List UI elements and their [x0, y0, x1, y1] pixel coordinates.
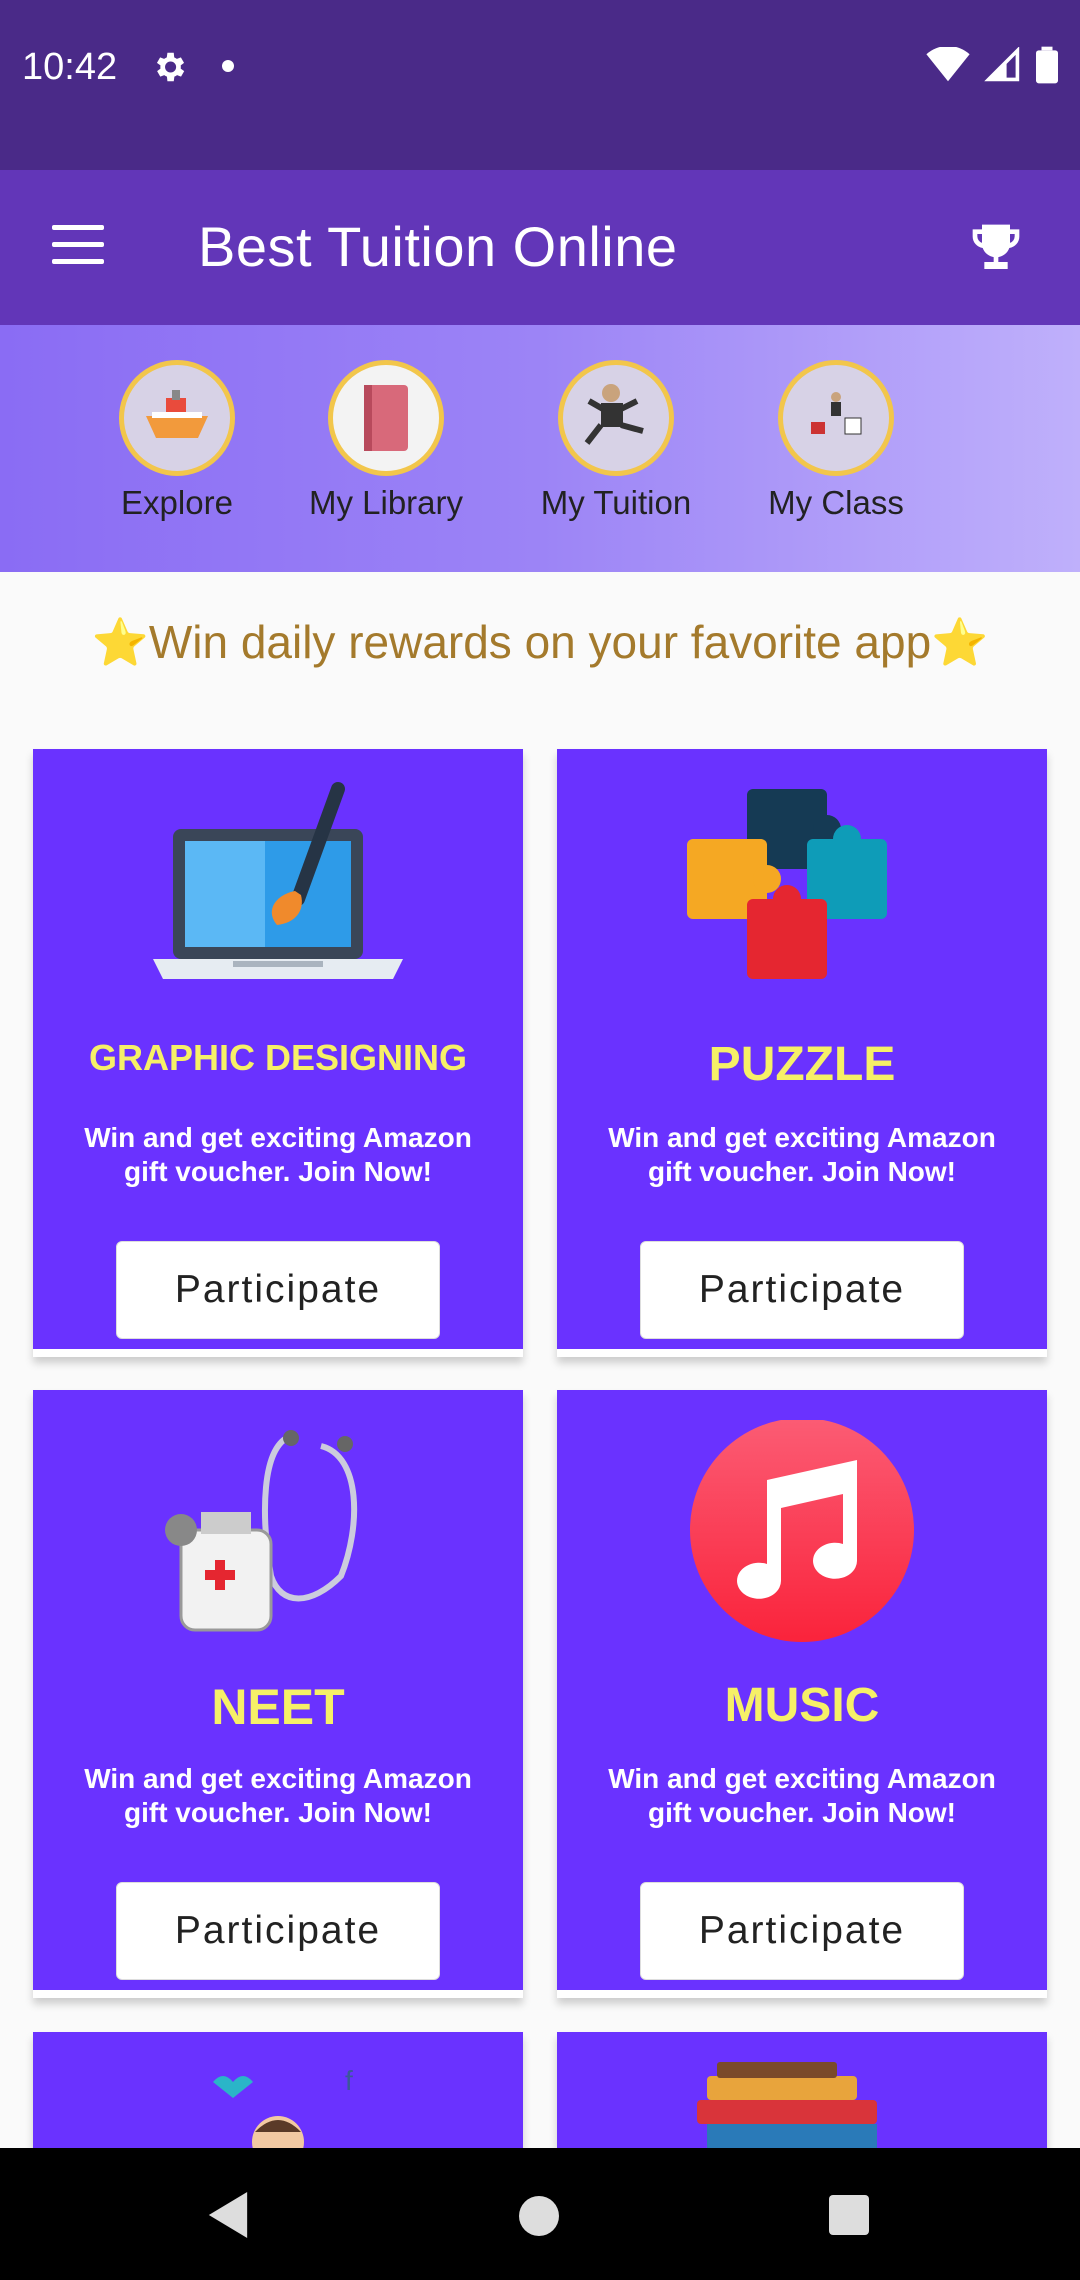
card-title: GRAPHIC DESIGNING	[88, 1037, 468, 1078]
system-nav-bar	[0, 2148, 1080, 2280]
card-description: Win and get exciting Amazon gift voucher…	[84, 1763, 472, 1828]
contest-card[interactable]: NEET Win and get exciting Amazon gift vo…	[33, 1390, 523, 1998]
nav-label: My Class	[768, 484, 904, 521]
participate-button[interactable]: Participate	[640, 1241, 964, 1339]
puzzle-icon	[687, 789, 887, 979]
card-title: MUSIC	[724, 1679, 880, 1732]
card-description: Win and get exciting Amazon gift voucher…	[608, 1122, 996, 1187]
recents-icon[interactable]	[829, 2195, 869, 2235]
status-bar: 10:42	[0, 0, 1080, 170]
svg-text:f: f	[345, 2065, 353, 2096]
contest-card-partial[interactable]	[557, 2032, 1047, 2148]
person-icon	[558, 360, 674, 476]
back-icon[interactable]	[208, 2192, 248, 2238]
wifi-icon	[926, 47, 970, 82]
quick-nav: Explore My Library My Tuition My Class	[0, 325, 1080, 572]
settings-gear-icon	[156, 52, 185, 82]
card-title: NEET	[211, 1679, 345, 1735]
nav-label: Explore	[121, 484, 233, 521]
trophy-icon[interactable]	[968, 220, 1024, 276]
participate-button[interactable]: Participate	[640, 1882, 964, 1980]
card-description: Win and get exciting Amazon gift voucher…	[608, 1763, 996, 1828]
home-icon[interactable]	[519, 2196, 559, 2236]
card-title: PUZZLE	[708, 1038, 896, 1091]
nav-item-my-tuition[interactable]: My Tuition	[536, 360, 696, 522]
card-description: Win and get exciting Amazon gift voucher…	[84, 1122, 472, 1187]
app-bar: Best Tuition Online	[0, 170, 1080, 325]
class-icon	[778, 360, 894, 476]
contest-card[interactable]: GRAPHIC DESIGNING Win and get exciting A…	[33, 749, 523, 1357]
cell-signal-icon	[984, 47, 1020, 82]
contest-card[interactable]: PUZZLE Win and get exciting Amazon gift …	[557, 749, 1047, 1357]
contest-card-partial[interactable]: f	[33, 2032, 523, 2148]
participate-button[interactable]: Participate	[116, 1882, 440, 1980]
music-note-icon	[690, 1420, 914, 1642]
nav-item-my-library[interactable]: My Library	[306, 360, 466, 522]
nav-label: My Library	[308, 484, 464, 521]
nav-label: My Tuition	[540, 484, 692, 521]
books-icon	[697, 2062, 877, 2148]
laptop-brush-icon	[153, 782, 403, 979]
app-title: Best Tuition Online	[198, 215, 678, 278]
ship-icon	[119, 360, 235, 476]
notification-dot-icon	[222, 60, 234, 72]
star-icon: ⭐	[91, 616, 149, 668]
battery-icon	[1036, 46, 1058, 84]
contest-card[interactable]: MUSIC Win and get exciting Amazon gift v…	[557, 1390, 1047, 1998]
hamburger-menu-icon[interactable]	[52, 225, 104, 265]
nav-item-explore[interactable]: Explore	[97, 360, 257, 522]
social-media-icon: f	[213, 2065, 353, 2148]
participate-button[interactable]: Participate	[116, 1241, 440, 1339]
banner-text: Win daily rewards on your favorite app	[148, 616, 932, 668]
nav-item-my-class[interactable]: My Class	[756, 360, 916, 522]
star-icon: ⭐	[931, 616, 989, 668]
stethoscope-icon	[165, 1430, 358, 1632]
status-icons	[926, 46, 1058, 84]
book-icon	[328, 360, 444, 476]
status-time: 10:42	[22, 46, 118, 88]
rewards-banner: ⭐Win daily rewards on your favorite app⭐	[0, 615, 1080, 670]
